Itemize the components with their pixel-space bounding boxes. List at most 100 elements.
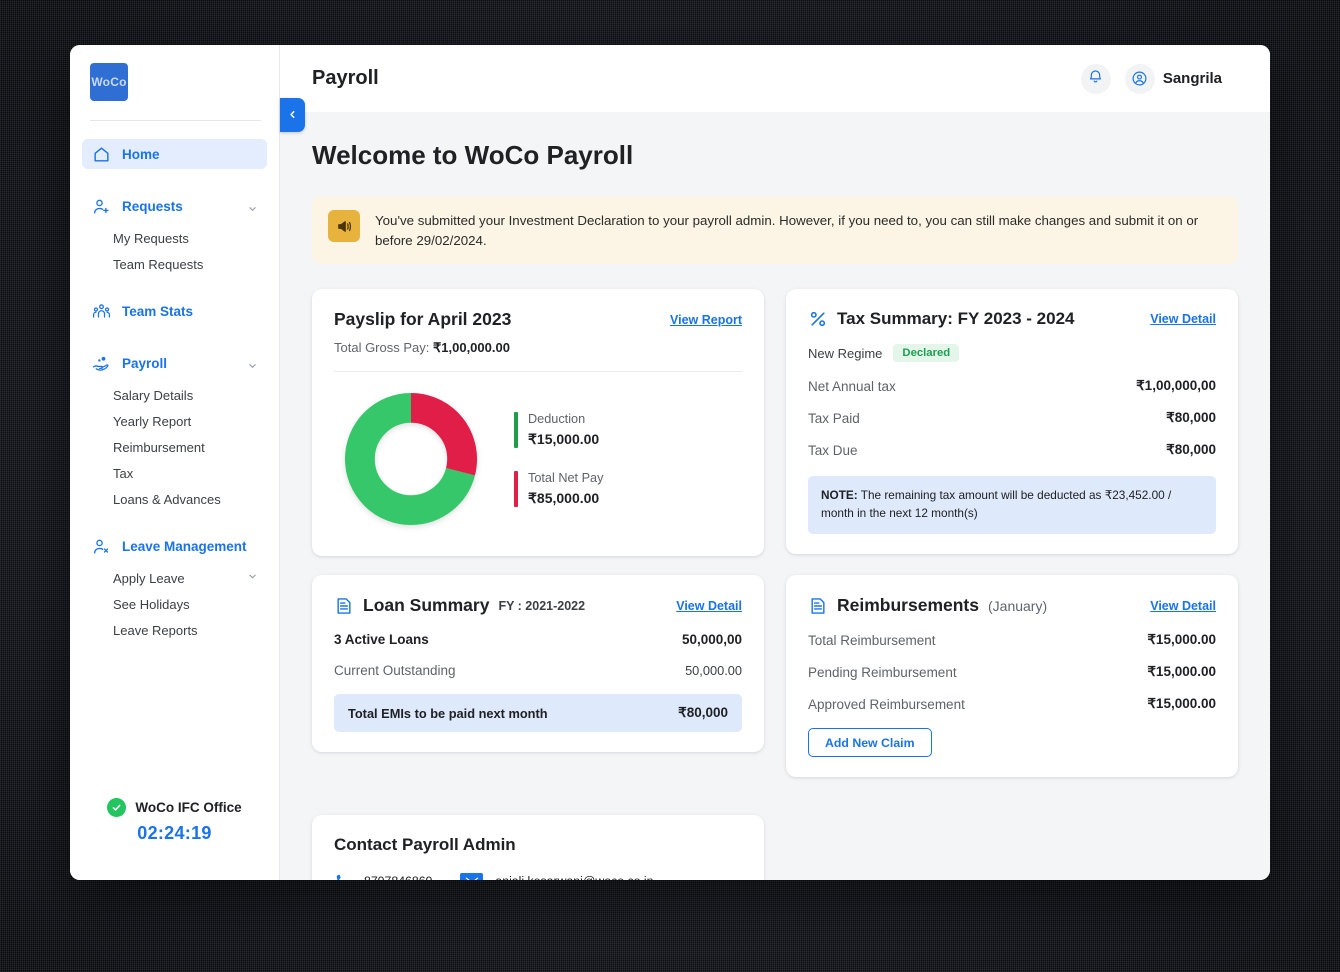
tax-note-text: The remaining tax amount will be deducte… bbox=[821, 488, 1171, 520]
total-gross-pay-value: ₹1,00,000.00 bbox=[433, 340, 510, 355]
document-icon bbox=[334, 596, 354, 616]
chevron-left-icon bbox=[288, 106, 297, 124]
topbar-actions: Sangrila bbox=[1081, 64, 1222, 94]
reimbursement-row-value: ₹15,000.00 bbox=[1147, 632, 1216, 648]
spacer bbox=[82, 332, 267, 348]
banner-text: You've submitted your Investment Declara… bbox=[375, 210, 1222, 250]
tax-title: Tax Summary: FY 2023 - 2024 bbox=[837, 309, 1075, 329]
megaphone-icon bbox=[328, 210, 360, 242]
office-status: WoCo IFC Office 02:24:19 bbox=[70, 798, 279, 880]
loan-title-row: Loan Summary FY : 2021-2022 bbox=[334, 595, 585, 616]
notifications-button[interactable] bbox=[1081, 64, 1111, 94]
tax-row: Net Annual tax ₹1,00,000,00 bbox=[808, 378, 1216, 394]
loan-row: Current Outstanding 50,000.00 bbox=[334, 663, 742, 678]
payslip-card-header: Payslip for April 2023 View Report bbox=[334, 309, 742, 330]
sidebar-item-loans-advances[interactable]: Loans & Advances bbox=[82, 486, 267, 512]
loan-row-key: Current Outstanding bbox=[334, 663, 456, 678]
legend-label: Deduction bbox=[528, 412, 599, 426]
tax-title-row: Tax Summary: FY 2023 - 2024 bbox=[808, 309, 1075, 329]
loan-summary-card: Loan Summary FY : 2021-2022 View Detail … bbox=[312, 575, 764, 752]
sidebar-item-team-stats[interactable]: Team Stats bbox=[82, 296, 267, 326]
contact-phone[interactable]: 8707846860 bbox=[334, 872, 432, 880]
emi-value: ₹80,000 bbox=[678, 705, 728, 721]
legend-value: ₹15,000.00 bbox=[528, 431, 599, 448]
chevron-down-icon[interactable] bbox=[248, 568, 257, 577]
sidebar-item-label: Requests bbox=[122, 199, 183, 214]
chevron-down-icon[interactable] bbox=[248, 202, 257, 211]
sidebar-item-team-requests[interactable]: Team Requests bbox=[82, 251, 267, 277]
woco-logo[interactable]: WoCo bbox=[90, 63, 128, 101]
loan-card-header: Loan Summary FY : 2021-2022 View Detail bbox=[334, 595, 742, 616]
tax-row-value: ₹80,000 bbox=[1166, 442, 1216, 458]
office-row: WoCo IFC Office bbox=[107, 798, 241, 817]
nav-group-leave-management: Leave Management Apply Leave See Holiday… bbox=[82, 531, 267, 645]
loan-view-detail-link[interactable]: View Detail bbox=[676, 599, 742, 613]
document-icon bbox=[808, 596, 828, 616]
sidebar-collapse-button[interactable] bbox=[280, 98, 305, 132]
user-menu[interactable]: Sangrila bbox=[1125, 64, 1222, 94]
regime-row: New Regime Declared bbox=[808, 344, 1216, 362]
sidebar-item-reimbursement[interactable]: Reimbursement bbox=[82, 434, 267, 460]
group-icon bbox=[92, 302, 111, 321]
contact-email[interactable]: anjali.kesarwani@woco.co.in bbox=[460, 873, 653, 880]
payslip-chart-area: Deduction ₹15,000.00 Total Net Pay ₹85,0… bbox=[334, 378, 742, 536]
sidebar-item-label: Payroll bbox=[122, 356, 167, 371]
sidebar-item-tax[interactable]: Tax bbox=[82, 460, 267, 486]
contact-email-value: anjali.kesarwani@woco.co.in bbox=[495, 874, 653, 880]
sidebar-item-salary-details[interactable]: Salary Details bbox=[82, 382, 267, 408]
payslip-title: Payslip for April 2023 bbox=[334, 309, 511, 330]
loan-row-value: 50,000.00 bbox=[685, 663, 742, 678]
legend-swatch-deduction bbox=[514, 412, 518, 448]
sidebar-item-leave-management[interactable]: Leave Management bbox=[82, 531, 267, 561]
contact-title: Contact Payroll Admin bbox=[334, 835, 742, 855]
home-icon bbox=[92, 145, 111, 164]
loan-title: Loan Summary bbox=[363, 595, 489, 616]
sidebar-nav: Home Requests bbox=[70, 121, 279, 798]
app-window: WoCo Home bbox=[70, 45, 1270, 880]
view-report-link[interactable]: View Report bbox=[670, 313, 742, 327]
legend-swatch-net-pay bbox=[514, 471, 518, 507]
loan-fy: FY : 2021-2022 bbox=[498, 599, 585, 613]
sidebar-item-yearly-report[interactable]: Yearly Report bbox=[82, 408, 267, 434]
sidebar-item-my-requests[interactable]: My Requests bbox=[82, 225, 267, 251]
payslip-donut-chart bbox=[340, 388, 482, 530]
tax-note-prefix: NOTE: bbox=[821, 488, 858, 502]
sidebar-item-apply-leave[interactable]: Apply Leave bbox=[82, 565, 267, 591]
payslip-legend: Deduction ₹15,000.00 Total Net Pay ₹85,0… bbox=[498, 412, 603, 507]
reimbursement-row-value: ₹15,000.00 bbox=[1147, 696, 1216, 712]
page-title: Payroll bbox=[312, 67, 379, 90]
regime-label: New Regime bbox=[808, 346, 882, 361]
sidebar-item-see-holidays[interactable]: See Holidays bbox=[82, 591, 267, 617]
payroll-sublist: Salary Details Yearly Report Reimburseme… bbox=[82, 378, 267, 514]
leave-sublist: Apply Leave See Holidays Leave Reports bbox=[82, 561, 267, 645]
hand-coin-icon bbox=[92, 354, 111, 373]
tax-summary-card: Tax Summary: FY 2023 - 2024 View Detail … bbox=[786, 289, 1238, 553]
reimbursement-row: Pending Reimbursement ₹15,000.00 bbox=[808, 664, 1216, 680]
tax-card-header: Tax Summary: FY 2023 - 2024 View Detail bbox=[808, 309, 1216, 329]
sidebar-item-leave-reports[interactable]: Leave Reports bbox=[82, 617, 267, 643]
add-new-claim-button[interactable]: Add New Claim bbox=[808, 728, 932, 757]
total-gross-pay-row: Total Gross Pay: ₹1,00,000.00 bbox=[334, 340, 742, 356]
sidebar: WoCo Home bbox=[70, 45, 280, 880]
tax-row-key: Tax Due bbox=[808, 443, 858, 458]
total-gross-pay-label: Total Gross Pay: bbox=[334, 340, 429, 355]
status-badge: Declared bbox=[893, 344, 959, 362]
sidebar-item-payroll[interactable]: Payroll bbox=[82, 348, 267, 378]
sidebar-item-home[interactable]: Home bbox=[82, 139, 267, 169]
chevron-down-icon[interactable] bbox=[248, 359, 257, 368]
tax-view-detail-link[interactable]: View Detail bbox=[1150, 312, 1216, 326]
reimbursements-view-detail-link[interactable]: View Detail bbox=[1150, 599, 1216, 613]
emi-label: Total EMIs to be paid next month bbox=[348, 706, 548, 721]
loan-row: 3 Active Loans 50,000,00 bbox=[334, 632, 742, 647]
reimbursement-row-key: Pending Reimbursement bbox=[808, 665, 957, 680]
tax-row-value: ₹80,000 bbox=[1166, 410, 1216, 426]
office-name: WoCo IFC Office bbox=[135, 800, 241, 815]
reimbursement-row-key: Total Reimbursement bbox=[808, 633, 936, 648]
reimbursements-month: (January) bbox=[988, 598, 1047, 614]
sidebar-item-label: Home bbox=[122, 147, 160, 162]
spacer bbox=[82, 175, 267, 191]
logo-container: WoCo bbox=[70, 45, 279, 101]
reimbursement-row: Total Reimbursement ₹15,000.00 bbox=[808, 632, 1216, 648]
reimbursements-title-row: Reimbursements (January) bbox=[808, 595, 1047, 616]
sidebar-item-requests[interactable]: Requests bbox=[82, 191, 267, 221]
